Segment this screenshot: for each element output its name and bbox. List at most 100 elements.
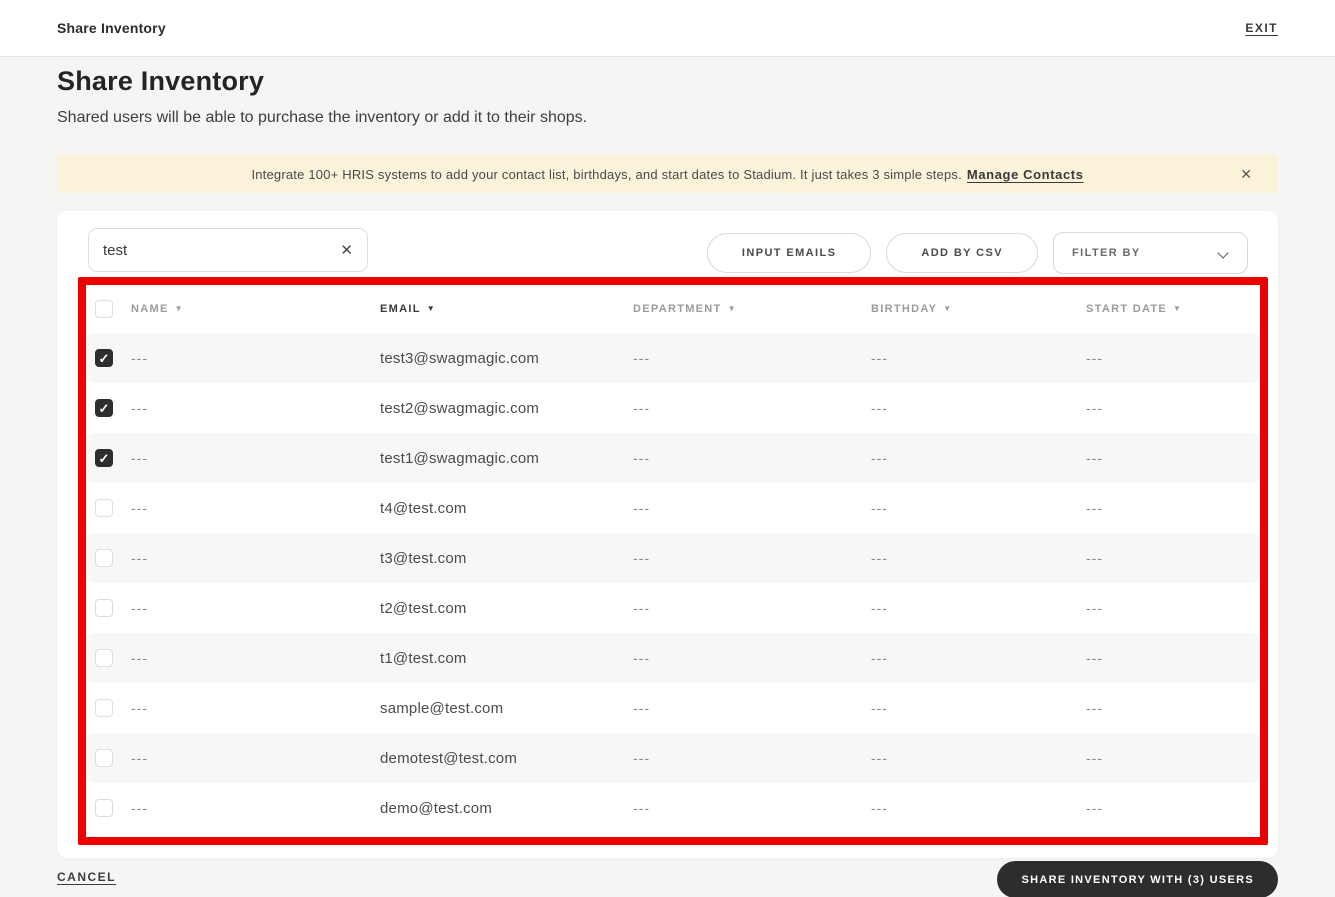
cell-department: ---: [633, 600, 650, 616]
cell-department: ---: [633, 650, 650, 666]
table-row[interactable]: --- demo@test.com --- --- ---: [86, 783, 1260, 833]
row-checkbox-cell: [86, 599, 131, 617]
row-checkbox-cell: [86, 699, 131, 717]
chevron-down-icon: [1219, 248, 1229, 258]
table-header-row: NAME ▼ EMAIL ▼ DEPARTMENT ▼ BIRTHDAY ▼ S…: [86, 285, 1260, 333]
cell-name: ---: [131, 800, 148, 816]
cell-name: ---: [131, 400, 148, 416]
row-checkbox[interactable]: [95, 449, 113, 467]
row-checkbox[interactable]: [95, 699, 113, 717]
column-header-email[interactable]: EMAIL ▼: [380, 303, 633, 315]
row-checkbox-cell: [86, 649, 131, 667]
cell-birthday: ---: [871, 650, 888, 666]
column-header-start-date[interactable]: START DATE ▼: [1086, 303, 1260, 315]
cell-start-date: ---: [1086, 450, 1103, 466]
share-inventory-button[interactable]: SHARE INVENTORY WITH (3) USERS: [997, 861, 1278, 897]
select-all-checkbox[interactable]: [95, 300, 113, 318]
filter-by-dropdown[interactable]: FILTER BY: [1053, 232, 1248, 274]
cell-email: sample@test.com: [380, 699, 504, 717]
cell-department: ---: [633, 750, 650, 766]
filter-by-label: FILTER BY: [1072, 247, 1141, 259]
table-row[interactable]: --- t2@test.com --- --- ---: [86, 583, 1260, 633]
hris-banner: Integrate 100+ HRIS systems to add your …: [57, 155, 1278, 193]
cell-name: ---: [131, 650, 148, 666]
cell-name: ---: [131, 550, 148, 566]
row-checkbox[interactable]: [95, 499, 113, 517]
input-emails-button[interactable]: INPUT EMAILS: [706, 233, 872, 273]
cell-start-date: ---: [1086, 350, 1103, 366]
table-row[interactable]: --- test2@swagmagic.com --- --- ---: [86, 383, 1260, 433]
row-checkbox[interactable]: [95, 349, 113, 367]
close-icon[interactable]: ✕: [1240, 167, 1252, 181]
cell-department: ---: [633, 450, 650, 466]
cell-birthday: ---: [871, 800, 888, 816]
cell-name: ---: [131, 600, 148, 616]
cell-start-date: ---: [1086, 750, 1103, 766]
clear-search-icon[interactable]: ✕: [332, 243, 353, 258]
cell-birthday: ---: [871, 350, 888, 366]
row-checkbox-cell: [86, 799, 131, 817]
page-subtitle: Shared users will be able to purchase th…: [57, 109, 588, 126]
banner-text: Integrate 100+ HRIS systems to add your …: [251, 166, 962, 182]
cell-start-date: ---: [1086, 800, 1103, 816]
table-row[interactable]: --- demotest@test.com --- --- ---: [86, 733, 1260, 783]
cell-department: ---: [633, 550, 650, 566]
table-row[interactable]: --- t1@test.com --- --- ---: [86, 633, 1260, 683]
cell-email: t4@test.com: [380, 499, 467, 517]
table-row[interactable]: --- t3@test.com --- --- ---: [86, 533, 1260, 583]
cell-email: demo@test.com: [380, 799, 493, 817]
cell-department: ---: [633, 700, 650, 716]
cell-department: ---: [633, 350, 650, 366]
cell-name: ---: [131, 500, 148, 516]
add-by-csv-button[interactable]: ADD BY CSV: [886, 233, 1038, 273]
cell-start-date: ---: [1086, 500, 1103, 516]
row-checkbox[interactable]: [95, 399, 113, 417]
cell-email: test3@swagmagic.com: [380, 349, 540, 367]
row-checkbox[interactable]: [95, 749, 113, 767]
row-checkbox[interactable]: [95, 799, 113, 817]
row-checkbox[interactable]: [95, 549, 113, 567]
cell-email: test2@swagmagic.com: [380, 399, 540, 417]
table-row[interactable]: --- t4@test.com --- --- ---: [86, 483, 1260, 533]
column-header-department[interactable]: DEPARTMENT ▼: [633, 303, 871, 315]
page-title: Share Inventory: [57, 66, 265, 96]
search-input[interactable]: [103, 241, 333, 259]
contacts-table: NAME ▼ EMAIL ▼ DEPARTMENT ▼ BIRTHDAY ▼ S…: [86, 285, 1260, 833]
cell-email: t2@test.com: [380, 599, 467, 617]
cell-start-date: ---: [1086, 650, 1103, 666]
cell-birthday: ---: [871, 550, 888, 566]
cell-birthday: ---: [871, 450, 888, 466]
cell-email: test1@swagmagic.com: [380, 449, 540, 467]
cell-start-date: ---: [1086, 600, 1103, 616]
sort-arrow-icon: ▼: [174, 304, 184, 313]
cell-email: t3@test.com: [380, 549, 467, 567]
column-header-name[interactable]: NAME ▼: [131, 303, 380, 315]
search-field: ✕: [88, 228, 368, 272]
cell-birthday: ---: [871, 600, 888, 616]
cancel-link[interactable]: CANCEL: [57, 870, 116, 884]
cell-name: ---: [131, 750, 148, 766]
sort-arrow-icon: ▼: [727, 304, 737, 313]
cell-name: ---: [131, 450, 148, 466]
table-row[interactable]: --- test3@swagmagic.com --- --- ---: [86, 333, 1260, 383]
cell-start-date: ---: [1086, 400, 1103, 416]
row-checkbox-cell: [86, 449, 131, 467]
row-checkbox-cell: [86, 749, 131, 767]
sort-arrow-icon: ▼: [1173, 304, 1183, 313]
table-row[interactable]: --- test1@swagmagic.com --- --- ---: [86, 433, 1260, 483]
cell-birthday: ---: [871, 500, 888, 516]
cell-email: demotest@test.com: [380, 749, 518, 767]
row-checkbox[interactable]: [95, 599, 113, 617]
window-title: Share Inventory: [57, 20, 166, 36]
cell-start-date: ---: [1086, 700, 1103, 716]
table-row[interactable]: --- sample@test.com --- --- ---: [86, 683, 1260, 733]
row-checkbox-cell: [86, 499, 131, 517]
cell-start-date: ---: [1086, 550, 1103, 566]
manage-contacts-link[interactable]: Manage Contacts: [967, 167, 1084, 182]
cell-department: ---: [633, 400, 650, 416]
row-checkbox[interactable]: [95, 649, 113, 667]
column-header-birthday[interactable]: BIRTHDAY ▼: [871, 303, 1086, 315]
sort-arrow-icon: ▼: [943, 304, 953, 313]
row-checkbox-cell: [86, 549, 131, 567]
exit-link[interactable]: EXIT: [1245, 21, 1278, 35]
